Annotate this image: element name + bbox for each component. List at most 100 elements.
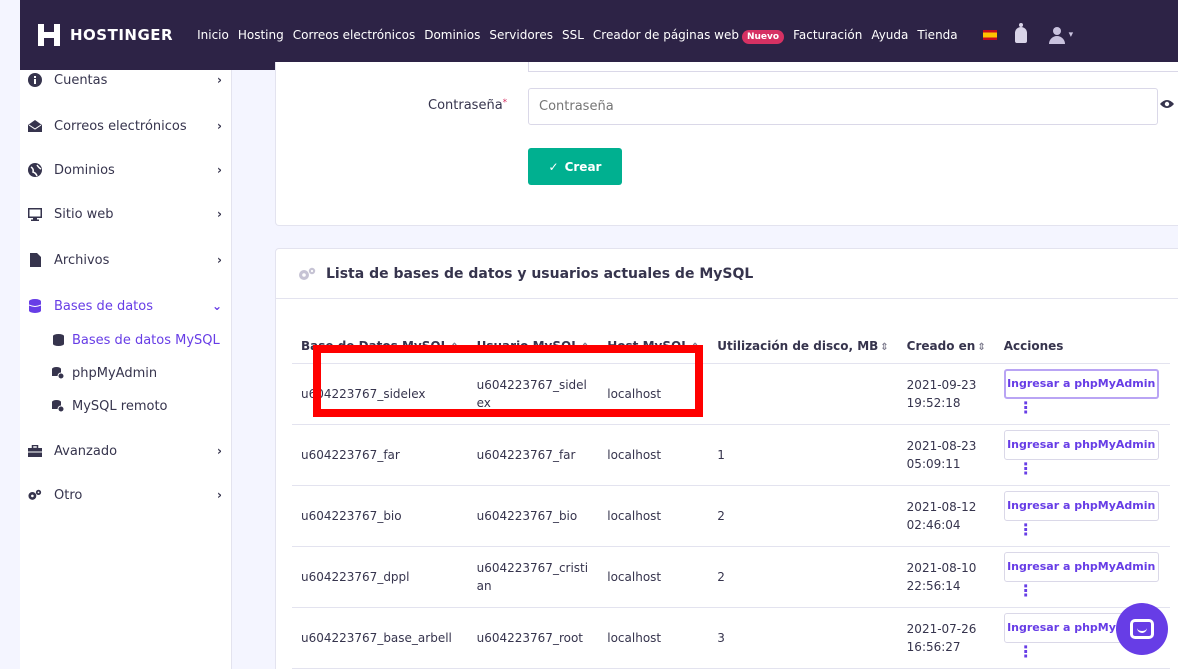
more-options-icon[interactable]: ⋮ bbox=[1018, 582, 1034, 600]
cell-db: u604223767_base_arbell bbox=[292, 607, 468, 669]
column-header-disk[interactable]: Utilización de disco, MB ⇕ bbox=[708, 329, 898, 364]
user-avatar-icon bbox=[1048, 26, 1065, 44]
chevron-down-icon: ⌄ bbox=[211, 299, 222, 313]
sidebar-item-archivos[interactable]: Archivos › bbox=[20, 248, 232, 272]
cell-actions: Ingresar a phpMyAdmin⋮ bbox=[994, 424, 1170, 486]
nav-item-creador-label: Creador de páginas web bbox=[592, 28, 739, 42]
sidebar-item-cuentas[interactable]: Cuentas › bbox=[20, 68, 232, 92]
nav-item-tienda[interactable]: Tienda bbox=[917, 28, 957, 42]
list-title: Lista de bases de datos y usuarios actua… bbox=[326, 265, 754, 282]
nav-item-hosting[interactable]: Hosting bbox=[238, 28, 284, 42]
notification-bell-icon[interactable] bbox=[1014, 23, 1027, 43]
phpmyadmin-button[interactable]: Ingresar a phpMyAdmin bbox=[1003, 491, 1159, 521]
cell-disk: 3 bbox=[708, 607, 898, 669]
cell-actions: Ingresar a phpMyAdmin⋮ bbox=[994, 363, 1170, 425]
sidebar: Cuentas › Correos electrónicos › Dominio… bbox=[20, 70, 232, 669]
sidebar-item-label: Archivos bbox=[54, 252, 110, 268]
sidebar-subitem-label: Bases de datos MySQL bbox=[72, 332, 220, 348]
cell-user: u604223767_cristian bbox=[467, 546, 599, 608]
nav-item-correos[interactable]: Correos electrónicos bbox=[293, 28, 415, 42]
chevron-right-icon: › bbox=[217, 163, 222, 177]
column-header-actions: Acciones bbox=[994, 329, 1170, 364]
database-list-card: Lista de bases de datos y usuarios actua… bbox=[275, 248, 1178, 669]
database-icon bbox=[28, 299, 42, 313]
sort-icon: ⇕ bbox=[880, 341, 889, 353]
sidebar-subitem-mysql[interactable]: Bases de datos MySQL bbox=[20, 329, 232, 351]
sidebar-item-label: Avanzado bbox=[54, 443, 118, 459]
nav-item-ssl[interactable]: SSL bbox=[562, 28, 584, 42]
more-options-icon[interactable]: ⋮ bbox=[1018, 643, 1034, 661]
cell-host: localhost bbox=[598, 424, 709, 486]
chevron-down-icon: ▾ bbox=[1068, 30, 1074, 40]
cell-date: 2021-09-23 bbox=[906, 377, 977, 392]
password-label-text: Contraseña bbox=[428, 98, 503, 113]
sidebar-subitem-label: phpMyAdmin bbox=[72, 365, 158, 381]
cell-date: 2021-08-23 bbox=[906, 438, 977, 453]
top-navbar: HOSTINGER Inicio Hosting Correos electró… bbox=[20, 0, 1178, 70]
chevron-right-icon: › bbox=[217, 488, 222, 502]
cell-time: 02:46:04 bbox=[906, 517, 961, 532]
previous-input-field[interactable] bbox=[528, 62, 1178, 72]
cell-created: 2021-07-26 16:56:27 bbox=[897, 607, 995, 669]
create-database-form bbox=[275, 62, 1178, 226]
cell-time: 16:56:27 bbox=[906, 639, 961, 654]
cell-disk: 2 bbox=[708, 546, 898, 608]
sort-icon: ⇕ bbox=[977, 341, 986, 353]
sidebar-item-bases-de-datos[interactable]: Bases de datos ⌄ bbox=[20, 294, 232, 318]
sidebar-item-otro[interactable]: Otro › bbox=[20, 483, 232, 507]
database-icon bbox=[52, 334, 64, 346]
nav-item-inicio[interactable]: Inicio bbox=[197, 28, 229, 42]
cell-db: u604223767_bio bbox=[292, 485, 468, 547]
sidebar-item-correos[interactable]: Correos electrónicos › bbox=[20, 114, 232, 138]
cell-created: 2021-08-10 22:56:14 bbox=[897, 546, 995, 608]
sidebar-item-sitio-web[interactable]: Sitio web › bbox=[20, 202, 232, 226]
sidebar-subitem-phpmyadmin[interactable]: phpMyAdmin bbox=[20, 362, 232, 384]
cell-host: localhost bbox=[598, 485, 709, 547]
sidebar-item-label: Dominios bbox=[54, 162, 115, 178]
nav-item-dominios[interactable]: Dominios bbox=[424, 28, 480, 42]
sidebar-subitem-mysql-remoto[interactable]: MySQL remoto bbox=[20, 395, 232, 417]
nav-item-servidores[interactable]: Servidores bbox=[489, 28, 553, 42]
annotation-highlight-box bbox=[313, 345, 703, 417]
chat-icon bbox=[1130, 619, 1154, 639]
cell-db: u604223767_far bbox=[292, 424, 468, 486]
globe-icon bbox=[28, 163, 42, 177]
sidebar-item-avanzado[interactable]: Avanzado › bbox=[20, 439, 232, 463]
table-row: u604223767_base_arbell u604223767_root l… bbox=[292, 607, 1170, 669]
create-button[interactable]: ✓ Crear bbox=[528, 148, 622, 185]
cell-host: localhost bbox=[598, 546, 709, 608]
gears-icon bbox=[299, 267, 316, 280]
nav-item-facturacion[interactable]: Facturación bbox=[793, 28, 862, 42]
nav-item-creador[interactable]: Creador de páginas web Nuevo bbox=[592, 28, 785, 44]
nav-item-ayuda[interactable]: Ayuda bbox=[871, 28, 908, 42]
cell-date: 2021-08-12 bbox=[906, 499, 977, 514]
more-options-icon[interactable]: ⋮ bbox=[1018, 399, 1034, 417]
hostinger-logo-icon bbox=[38, 24, 60, 46]
more-options-icon[interactable]: ⋮ bbox=[1018, 521, 1034, 539]
cell-created: 2021-09-23 19:52:18 bbox=[897, 363, 995, 425]
cell-host: localhost bbox=[598, 607, 709, 669]
phpmyadmin-button[interactable]: Ingresar a phpMyAdmin bbox=[1003, 552, 1159, 582]
phpmyadmin-button[interactable]: Ingresar a phpMyAdmin bbox=[1003, 430, 1159, 460]
spain-flag-icon[interactable] bbox=[982, 30, 997, 40]
chat-support-button[interactable] bbox=[1116, 603, 1168, 655]
eye-icon[interactable] bbox=[1160, 99, 1174, 109]
cell-actions: Ingresar a phpMyAdmin⋮ bbox=[994, 546, 1170, 608]
brand-logo[interactable]: HOSTINGER bbox=[38, 24, 173, 46]
user-menu[interactable]: ▾ bbox=[1048, 26, 1074, 44]
chevron-right-icon: › bbox=[217, 119, 222, 133]
cell-actions: Ingresar a phpMyAdmin⋮ bbox=[994, 485, 1170, 547]
sidebar-item-label: Correos electrónicos bbox=[54, 118, 187, 134]
sidebar-item-dominios[interactable]: Dominios › bbox=[20, 158, 232, 182]
cell-time: 19:52:18 bbox=[906, 395, 961, 410]
more-options-icon[interactable]: ⋮ bbox=[1018, 460, 1034, 478]
password-input[interactable] bbox=[528, 88, 1158, 125]
cell-disk bbox=[708, 363, 898, 425]
check-icon: ✓ bbox=[548, 159, 559, 174]
column-header-created[interactable]: Creado en ⇕ bbox=[897, 329, 995, 364]
toolbox-icon bbox=[28, 444, 42, 458]
cell-disk: 2 bbox=[708, 485, 898, 547]
sidebar-item-label: Otro bbox=[54, 487, 83, 503]
phpmyadmin-button[interactable]: Ingresar a phpMyAdmin bbox=[1003, 369, 1159, 399]
file-icon bbox=[28, 253, 42, 267]
